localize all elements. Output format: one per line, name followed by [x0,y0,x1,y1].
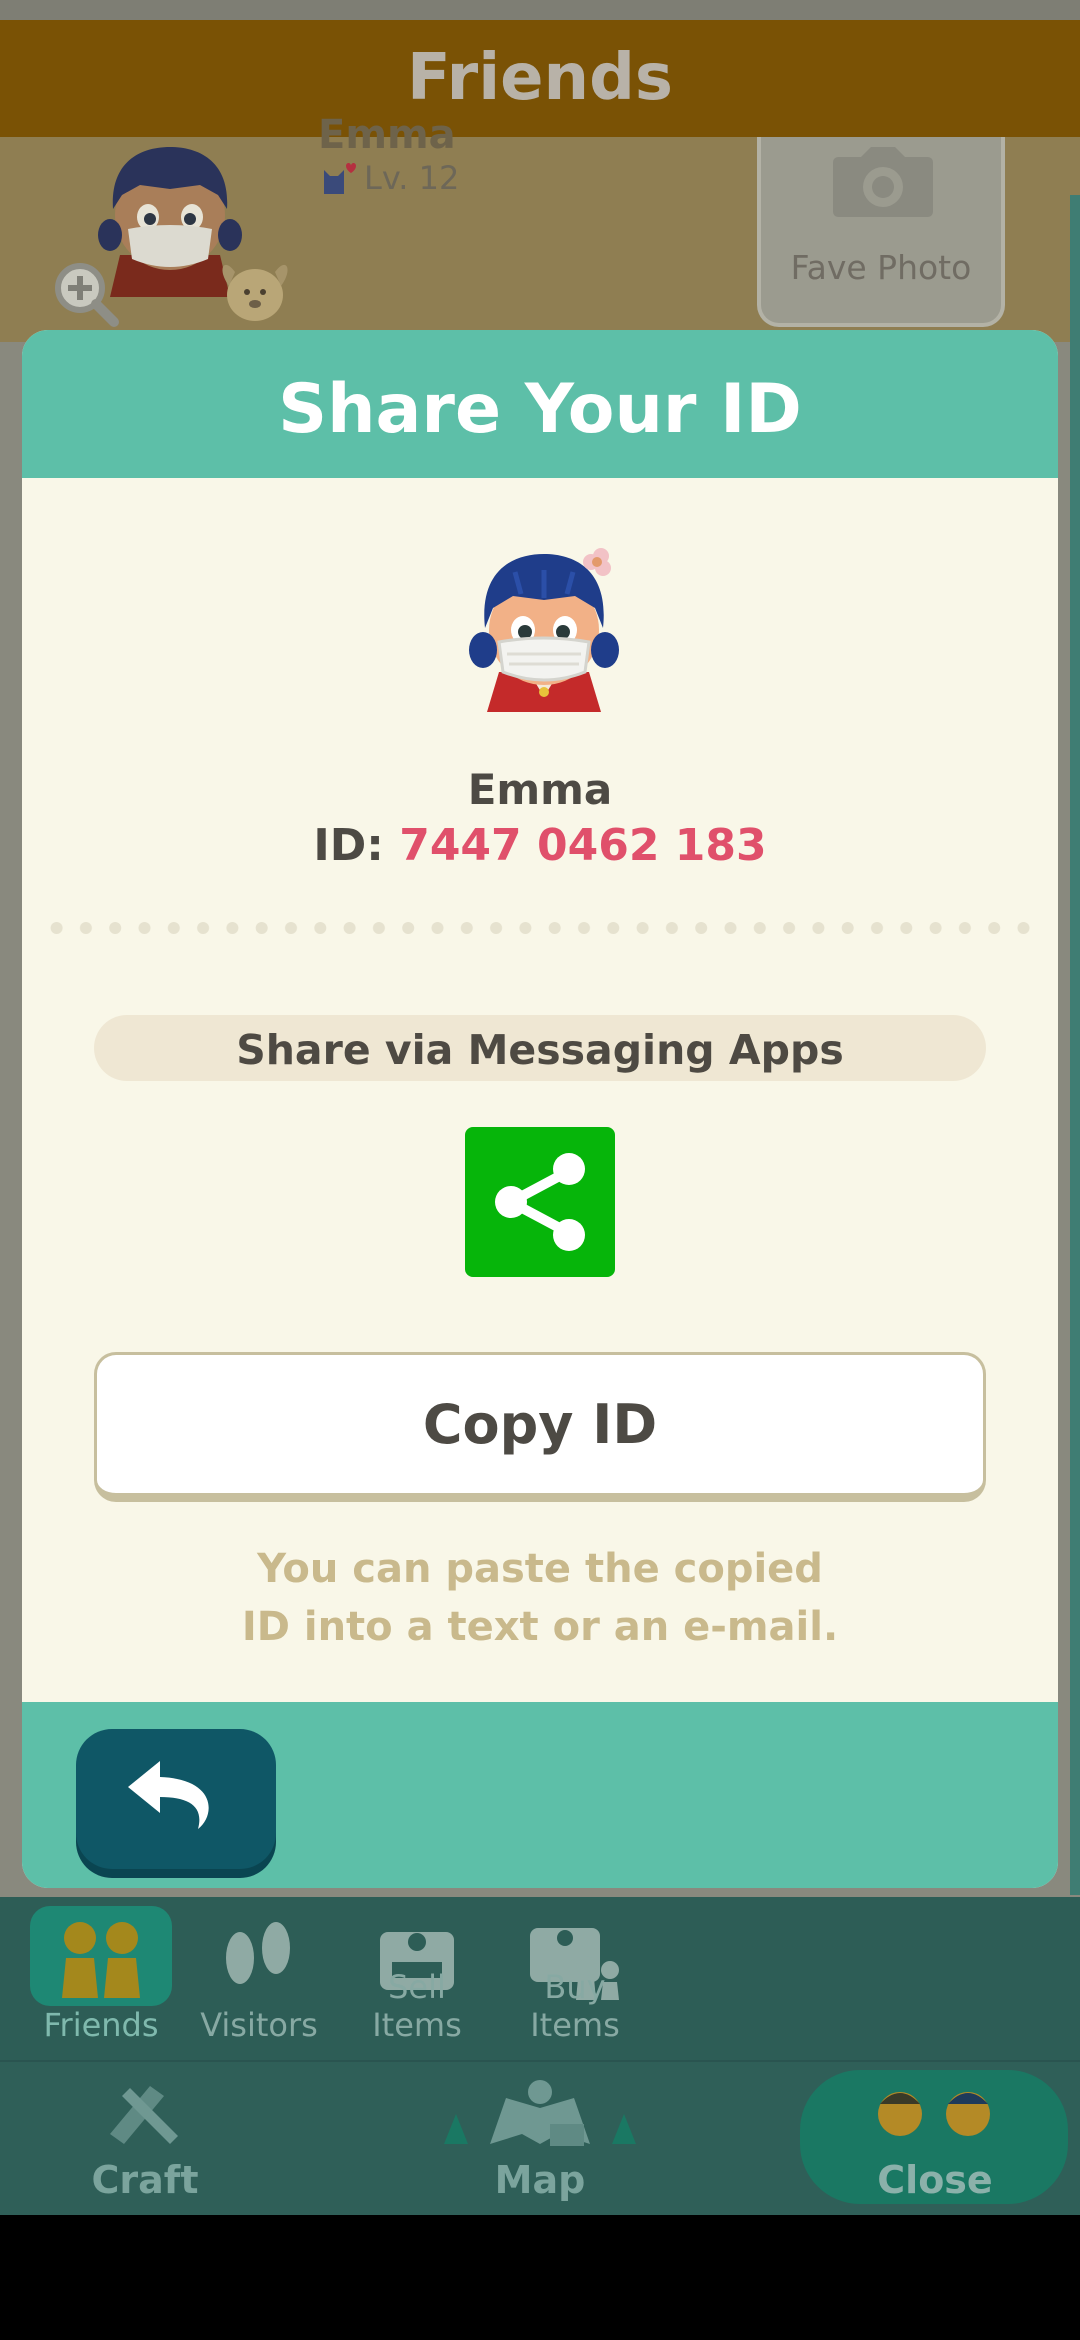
footprints-icon [226,1922,290,1984]
id-value[interactable]: 7447 0462 183 [399,820,766,871]
nav-close[interactable]: Close [800,2070,1070,2210]
villagers-icon [878,2092,990,2136]
fave-photo-button[interactable]: Fave Photo [757,137,1005,327]
map-icon [444,2080,636,2146]
nav-close-label: Close [877,2158,993,2202]
share-id-dialog: Share Your ID Emma ID: 7447 0462 183 Sha… [22,330,1058,1888]
share-icon [495,1153,585,1251]
copy-hint: You can paste the copied ID into a text … [22,1540,1058,1656]
friends-icon [62,1922,140,1998]
profile-name: Emma [318,112,456,158]
scroll-rail [1070,195,1080,1895]
share-section-label: Share via Messaging Apps [94,1015,986,1081]
nav-buy-items[interactable]: Buy Items [500,1902,650,2052]
nav-craft-label: Craft [91,2158,199,2202]
status-strip [0,0,1080,20]
nav-sell-items-label: Sell Items [372,1968,462,2044]
nav-friends[interactable]: Friends [30,1902,172,2052]
player-id: ID: 7447 0462 183 [22,820,1058,871]
app-screen: Friends Emma Lv. 12 Fave Photo Share You… [0,0,1080,2215]
dotted-divider [42,920,1038,936]
hint-line-1: You can paste the copied [257,1546,823,1592]
nav-map[interactable]: Map [440,2070,640,2210]
camera-icon [833,147,933,217]
fave-photo-label: Fave Photo [790,248,972,287]
hint-line-2: ID into a text or an e-mail. [241,1604,839,1650]
level-text: Lv. 12 [364,159,460,197]
nav-craft[interactable]: Craft [70,2070,220,2210]
cat-heart-icon [324,163,356,194]
nav-visitors[interactable]: Visitors [190,1902,328,2052]
player-avatar [469,548,619,712]
id-label: ID: [313,820,384,871]
copy-id-button[interactable]: Copy ID [94,1352,986,1502]
share-button[interactable] [465,1127,615,1277]
profile-level: Lv. 12 [320,158,459,198]
back-button[interactable] [76,1729,276,1869]
nav-sell-items[interactable]: Sell Items [342,1902,492,2052]
nav-friends-label: Friends [43,2006,159,2044]
back-arrow-icon [128,1761,209,1829]
saw-hammer-icon [110,2086,178,2144]
player-name: Emma [467,765,613,814]
nav-map-label: Map [494,2158,586,2202]
pet-icon [222,264,288,321]
friends-title: Friends [407,41,673,115]
zoom-in-icon[interactable] [50,258,120,328]
dialog-title: Share Your ID [278,370,802,449]
nav-buy-items-label: Buy Items [530,1968,620,2044]
nav-visitors-label: Visitors [200,2006,318,2044]
